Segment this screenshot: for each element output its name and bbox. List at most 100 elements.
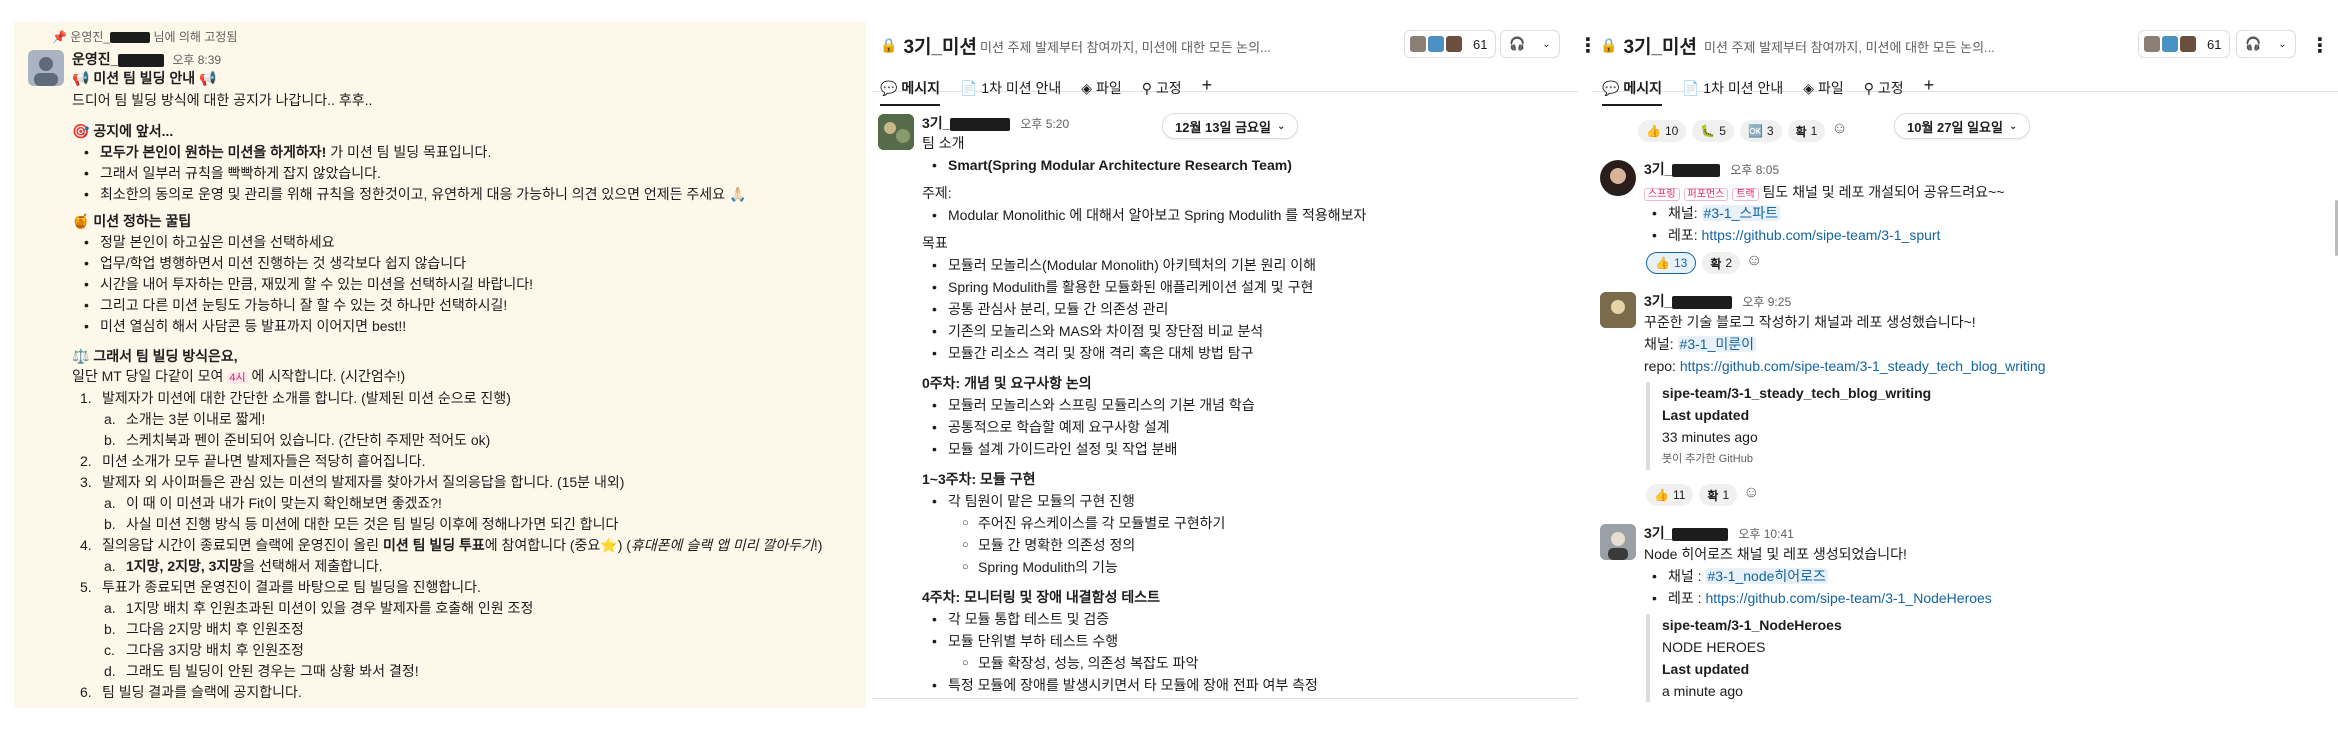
author-name[interactable]: 3기_ xyxy=(922,115,950,131)
tab-add[interactable]: + xyxy=(1924,74,1935,106)
step-item: c. 그다음 3지망 배치 후 인원조정 xyxy=(104,641,304,659)
reaction-ok[interactable]: 🆗 3 xyxy=(1739,120,1782,142)
author-avatar[interactable] xyxy=(1600,292,1636,328)
redacted-name xyxy=(1672,527,1729,541)
members-button[interactable]: 61 xyxy=(1404,30,1497,58)
channel-link[interactable]: #3-1_미룬이 xyxy=(1677,336,1756,352)
reaction-thumbsup[interactable]: 👍 13 xyxy=(1646,252,1697,274)
more-icon[interactable]: ⋮ xyxy=(2310,33,2330,58)
step-text: 소개는 3분 이내로 짧게! xyxy=(126,411,266,427)
author-avatar[interactable] xyxy=(1600,524,1636,560)
preview-title[interactable]: sipe-team/3-1_steady_tech_blog_writing xyxy=(1662,382,1931,404)
date-divider[interactable]: 12월 13일 금요일 ⌄ xyxy=(1162,113,1299,139)
tab-add[interactable]: + xyxy=(1202,74,1213,106)
confirm-icon: 확 xyxy=(1707,488,1719,503)
author-avatar[interactable] xyxy=(28,50,64,86)
tab-messages[interactable]: 💬 메시지 xyxy=(880,74,940,106)
pin-icon: ⚲ xyxy=(1863,80,1874,96)
reaction-confirm[interactable]: 확2 xyxy=(1702,252,1741,274)
add-icon: + xyxy=(1923,75,1935,95)
message-icon: 💬 xyxy=(1602,80,1620,96)
step-number: a. xyxy=(104,495,116,511)
repo-link[interactable]: https://github.com/sipe-team/3-1_steady_… xyxy=(1680,358,2046,374)
preview-label: Last updated xyxy=(1662,407,1750,423)
message-time[interactable]: 오후 8:39 xyxy=(172,53,221,67)
reaction-bug[interactable]: 🐛 5 xyxy=(1692,120,1734,142)
message-time[interactable]: 오후 8:05 xyxy=(1730,163,1779,177)
message-time[interactable]: 오후 5:20 xyxy=(1020,117,1069,131)
link-preview[interactable]: sipe-team/3-1_steady_tech_blog_writing L… xyxy=(1646,382,1931,470)
tab-pinned[interactable]: ⚲ 고정 xyxy=(1142,74,1182,106)
message-time[interactable]: 오후 10:41 xyxy=(1738,527,1793,541)
step-number: a. xyxy=(104,600,116,616)
date-divider[interactable]: 10월 27일 일요일 ⌄ xyxy=(1894,113,2031,139)
author-avatar[interactable] xyxy=(1600,160,1636,196)
pinned-by-name[interactable]: 운영진_ xyxy=(70,30,110,44)
step-number: b. xyxy=(104,516,116,532)
author-name[interactable]: 3기_ xyxy=(1644,293,1672,309)
tab-files[interactable]: ◈ 파일 xyxy=(1803,74,1843,106)
channel-title[interactable]: 🔒 3기_미션 xyxy=(1600,32,1697,59)
reaction-thumbsup[interactable]: 👍 10 xyxy=(1638,120,1687,142)
avatar-image xyxy=(1600,524,1636,560)
tag-badge: 스프링 xyxy=(1644,188,1680,201)
author-avatar[interactable] xyxy=(878,114,914,150)
channel-link[interactable]: #3-1_스파트 xyxy=(1701,205,1780,221)
tab-pinned[interactable]: ⚲ 고정 xyxy=(1864,74,1904,106)
members-button[interactable]: 61 xyxy=(2138,30,2231,58)
chevron-down-icon: ⌄ xyxy=(2278,38,2287,50)
tab-first-mission[interactable]: 📄 1차 미션 안내 xyxy=(1682,74,1783,106)
step-item: 1. 발제자가 미션에 대한 간단한 소개를 합니다. (발제된 미션 순으로 진… xyxy=(80,389,511,407)
step-item: 2. 미션 소개가 모두 끝나면 발제자들은 적당히 흩어집니다. xyxy=(80,452,425,470)
preview-value: a minute ago xyxy=(1662,683,1743,699)
message-header: 3기_ 오후 5:20 xyxy=(922,114,1069,133)
reaction-confirm[interactable]: 확1 xyxy=(1787,120,1826,142)
pinned-announcement-panel: 📌 운영진_ 님에 의해 고정됨 운영진_ 오후 8:39 📢 미션 팀 빌딩 … xyxy=(0,0,872,742)
tab-first-mission[interactable]: 📄 1차 미션 안내 xyxy=(960,74,1061,106)
text: 가 미션 팀 빌딩 목표입니다. xyxy=(326,144,492,160)
add-reaction-icon[interactable]: ☺ xyxy=(1746,252,1762,274)
author-name[interactable]: 3기_ xyxy=(1644,525,1672,541)
author-name[interactable]: 운영진_ xyxy=(72,51,118,67)
channel-link[interactable]: #3-1_node히어로즈 xyxy=(1705,568,1828,584)
link-preview[interactable]: sipe-team/3-1_NodeHeroes NODE HEROES Las… xyxy=(1646,614,1842,702)
tab-files[interactable]: ◈ 파일 xyxy=(1081,74,1121,106)
list-item: 그리고 다른 미션 눈팅도 가능하니 잘 할 수 있는 것 하나만 선택하시길! xyxy=(84,296,507,314)
channel-panel-right: 🔒 3기_미션 미션 주제 발제부터 참여까지, 미션에 대한 모든 논의...… xyxy=(1592,0,2338,742)
thumbs-up-icon: 👍 xyxy=(1655,256,1670,270)
preview-title[interactable]: sipe-team/3-1_NodeHeroes xyxy=(1662,614,1842,636)
files-icon: ◈ xyxy=(1803,80,1815,96)
list-item: 목표 xyxy=(922,235,948,251)
reaction-thumbsup[interactable]: 👍 11 xyxy=(1646,484,1694,506)
italic-text: 휴대폰에 슬랙 앱 미리 깔아두기 xyxy=(630,537,814,553)
chevron-down-icon: ⌄ xyxy=(1542,38,1551,50)
channel-description[interactable]: 미션 주제 발제부터 참여까지, 미션에 대한 모든 논의... xyxy=(980,37,1271,56)
add-reaction-icon[interactable]: ☺ xyxy=(1831,120,1847,142)
tab-messages[interactable]: 💬 메시지 xyxy=(1602,74,1662,106)
repo-line: repo: https://github.com/sipe-team/3-1_s… xyxy=(1644,357,2046,375)
step-number: a. xyxy=(104,411,116,427)
step-number: c. xyxy=(104,642,115,658)
author-name[interactable]: 3기_ xyxy=(1644,161,1672,177)
huddle-button[interactable]: 🎧 ⌄ xyxy=(1500,30,1560,58)
message-time[interactable]: 오후 9:25 xyxy=(1742,295,1791,309)
list-item: 모듈간 리소스 격리 및 장애 격리 혹은 대체 방법 탐구 xyxy=(932,344,1253,362)
add-reaction-icon[interactable]: ☺ xyxy=(1743,484,1759,506)
reaction-confirm[interactable]: 확1 xyxy=(1699,484,1738,506)
huddle-button[interactable]: 🎧 ⌄ xyxy=(2236,30,2296,58)
avatar-image xyxy=(878,114,914,150)
step-item: a. 1지망 배치 후 인원초과된 미션이 있을 경우 발제자를 호출해 인원 조… xyxy=(104,599,533,617)
channel-title[interactable]: 🔒 3기_미션 xyxy=(880,32,977,59)
list-item: 각 팀원이 맡은 모듈의 구현 진행 xyxy=(932,492,1135,510)
repo-link[interactable]: https://github.com/sipe-team/3-1_spurt xyxy=(1702,227,1941,243)
step-text: 질의응답 시간이 종료되면 슬랙에 운영진이 올린 xyxy=(102,537,383,553)
channel-description[interactable]: 미션 주제 발제부터 참여까지, 미션에 대한 모든 논의... xyxy=(1704,37,1995,56)
step-text: 그다음 3지망 배치 후 인원조정 xyxy=(126,642,304,658)
method-intro: 일단 MT 당일 다같이 모여 4시 에 시작합니다. (시간엄수!) xyxy=(72,367,405,387)
repo-link[interactable]: https://github.com/sipe-team/3-1_NodeHer… xyxy=(1705,590,1991,606)
text: 최소한의 동의로 운영 및 관리를 위해 규칙을 정한것이고, 유연하게 대응 … xyxy=(100,186,747,202)
member-avatar xyxy=(1427,35,1445,53)
list-item: 각 모듈 통합 테스트 및 검증 xyxy=(932,610,1109,628)
step-item: b. 스케치북과 펜이 준비되어 있습니다. (간단히 주제만 적어도 ok) xyxy=(104,431,490,449)
step-text: 이 때 이 미션과 내가 Fit이 맞는지 확인해보면 좋겠죠?! xyxy=(126,495,442,511)
